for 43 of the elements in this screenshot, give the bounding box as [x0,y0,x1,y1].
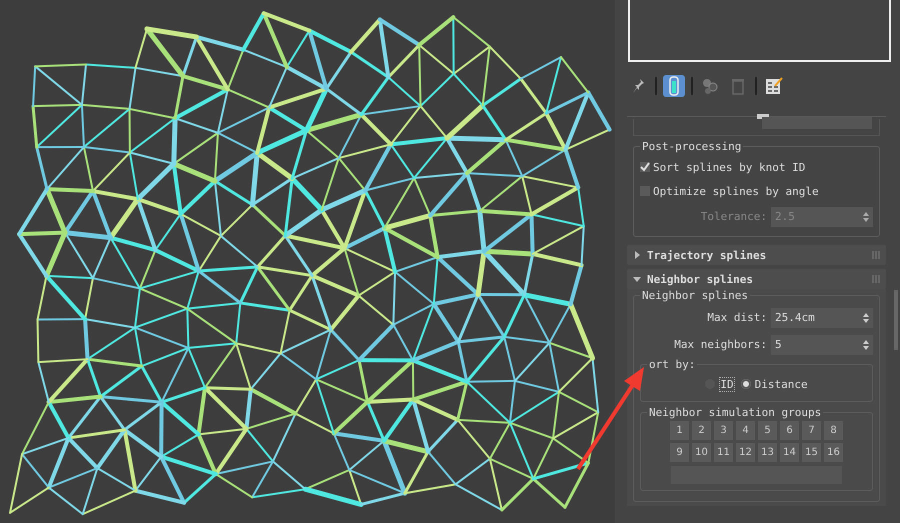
spinner-field[interactable]: 5 [771,334,873,354]
group-button[interactable]: 9 [670,443,689,462]
group-button[interactable]: 11 [714,443,733,462]
group-button[interactable]: 16 [824,443,843,462]
scrollbar[interactable] [894,290,898,350]
group-title: Neighbor simulation groups [648,406,822,419]
dropdown-field[interactable] [762,117,872,129]
checkbox-label: Sort splines by knot ID [653,160,806,174]
group-button[interactable]: 6 [780,421,799,440]
group-button[interactable]: 14 [780,443,799,462]
field-label: Max dist: [707,311,767,324]
tube-icon[interactable] [663,75,685,97]
group-title: Post-processing [641,140,742,153]
checkbox[interactable]: Optimize splines by angle [640,179,873,203]
spinner-field[interactable]: 25.4cm [771,308,873,328]
group-button[interactable]: 10 [692,443,711,462]
checkbox-label: Optimize splines by angle [653,184,819,198]
checkbox-box[interactable] [640,162,650,172]
spinner-arrows-icon[interactable] [863,312,869,322]
field-label: Tolerance: [700,210,767,223]
group-button[interactable]: 12 [736,443,755,462]
group-button[interactable]: 2 [692,421,711,440]
expand-icon [633,275,641,283]
rollout-header[interactable]: Trajectory splines [627,245,886,265]
group-button[interactable]: 8 [824,421,843,440]
spinner-arrows-icon[interactable] [863,340,869,350]
group-title: Neighbor splines [641,289,749,302]
rollout-header[interactable]: Neighbor splines [627,269,886,289]
expand-icon [633,251,641,259]
field-label: Max neighbors: [674,338,767,351]
group-button[interactable]: 3 [714,421,733,440]
group-title: ort by: [648,358,696,371]
group-button[interactable]: 7 [802,421,821,440]
group-button[interactable]: 4 [736,421,755,440]
group-button[interactable]: 15 [802,443,821,462]
group-button[interactable]: 13 [758,443,777,462]
sheet-icon[interactable] [763,75,785,97]
checkbox[interactable]: Sort splines by knot ID [640,155,873,179]
grip-icon [872,251,880,259]
grip-icon [872,275,880,283]
radio-button[interactable]: Distance [740,378,808,390]
group-button[interactable]: 5 [758,421,777,440]
group-button[interactable]: 1 [670,421,689,440]
